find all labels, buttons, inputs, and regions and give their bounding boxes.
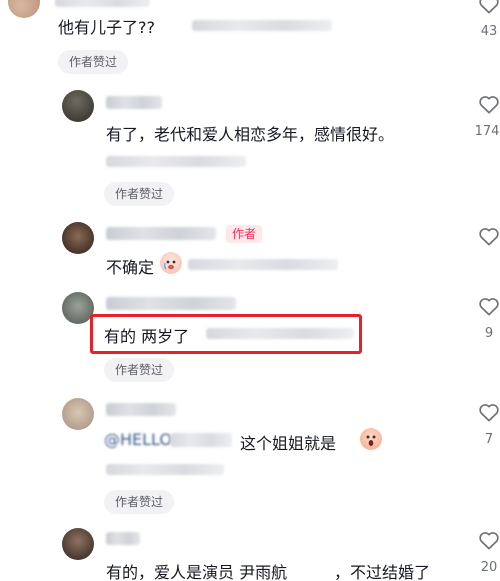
like-button[interactable] — [474, 0, 500, 14]
comment-mention-blur — [170, 433, 232, 447]
avatar[interactable] — [62, 398, 94, 430]
like-count: 9 — [484, 326, 494, 341]
comment-text: 有的 两岁了 — [104, 327, 190, 346]
heart-icon — [479, 96, 499, 114]
author-liked-badge: 作者赞过 — [58, 50, 129, 74]
like-button[interactable] — [474, 296, 500, 316]
author-badge: 作者 — [226, 225, 263, 243]
commenter-name[interactable] — [106, 532, 140, 545]
comment-mention[interactable]: @HELLO — [104, 430, 172, 449]
comment-text: 这个姐姐就是 — [240, 434, 337, 453]
commenter-name[interactable] — [55, 0, 150, 7]
author-liked-badge: 作者赞过 — [104, 182, 175, 206]
heart-icon — [479, 404, 499, 422]
baby-crying-emoji — [160, 252, 182, 274]
comment-text: 有的，爱人是演员 尹雨航 — [106, 563, 288, 581]
commenter-name[interactable] — [106, 403, 176, 416]
avatar[interactable] — [8, 0, 40, 18]
like-count: 174 — [474, 124, 500, 139]
comment-text: 有了，老代和爱人相恋多年，感情很好。 — [106, 125, 395, 144]
like-button[interactable] — [474, 94, 500, 114]
shocked-emoji — [360, 428, 382, 450]
commenter-name[interactable] — [106, 297, 236, 310]
comment-meta — [188, 259, 338, 270]
like-count: 7 — [484, 432, 494, 447]
comment-text: 他有儿子了?? — [58, 18, 155, 37]
comment-meta — [106, 464, 224, 475]
like-button[interactable] — [474, 402, 500, 422]
like-button[interactable] — [474, 530, 500, 550]
comment-text-tail: ，不过结婚了 — [334, 563, 431, 581]
comment-text: 不确定 — [106, 258, 155, 277]
avatar[interactable] — [62, 222, 94, 254]
like-button[interactable] — [474, 226, 500, 246]
comment-meta — [192, 20, 332, 31]
heart-icon — [479, 532, 499, 550]
comment-meta — [206, 328, 354, 339]
avatar[interactable] — [62, 528, 94, 560]
comment-meta — [106, 156, 246, 167]
heart-icon — [479, 0, 499, 14]
heart-icon — [479, 298, 499, 316]
like-count: 20 — [480, 560, 498, 575]
avatar[interactable] — [62, 90, 94, 122]
author-liked-badge: 作者赞过 — [104, 358, 175, 382]
commenter-name[interactable] — [106, 227, 216, 240]
heart-icon — [479, 228, 499, 246]
author-liked-badge: 作者赞过 — [104, 490, 175, 514]
like-count: 43 — [480, 24, 498, 39]
commenter-name[interactable] — [106, 96, 162, 109]
